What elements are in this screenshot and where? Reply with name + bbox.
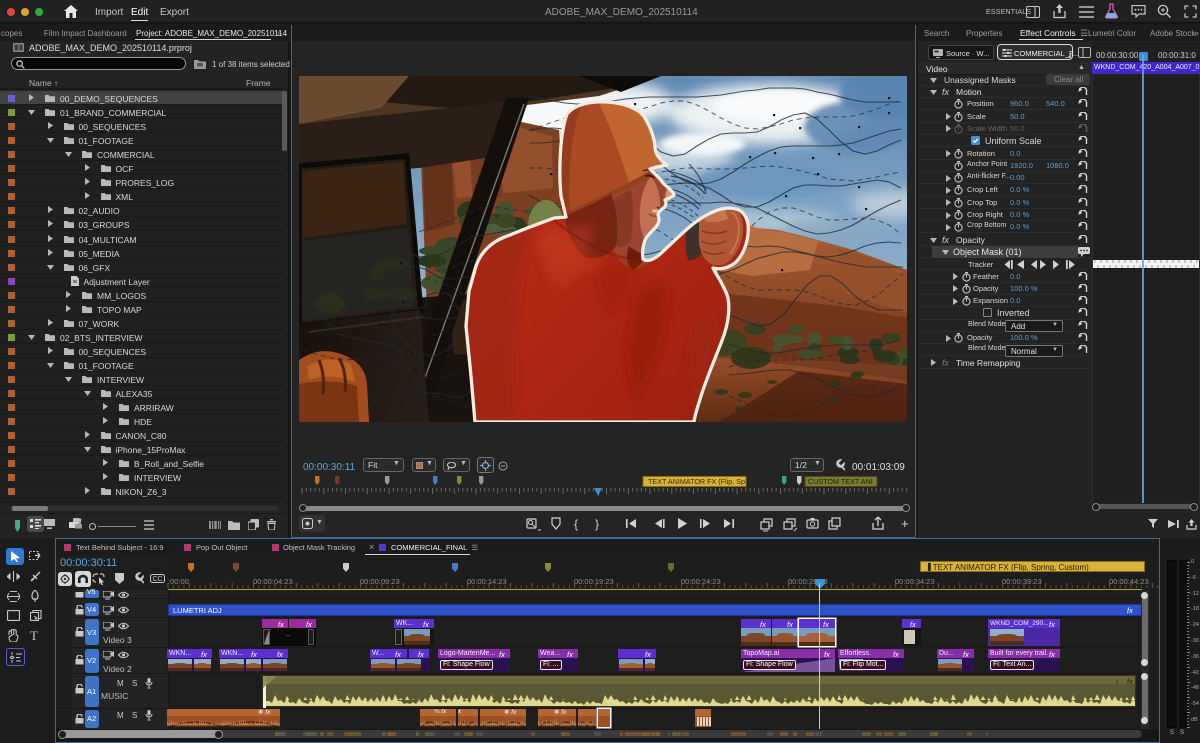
svg-text:{: { (574, 517, 578, 531)
svg-text:+: + (901, 516, 909, 531)
svg-text:CUSTOM TEXT ANI: CUSTOM TEXT ANI (808, 477, 873, 486)
svg-text:}: } (595, 517, 599, 531)
svg-text:TEXT ANIMATOR FX (Flip, Sp: TEXT ANIMATOR FX (Flip, Sp (648, 477, 745, 486)
